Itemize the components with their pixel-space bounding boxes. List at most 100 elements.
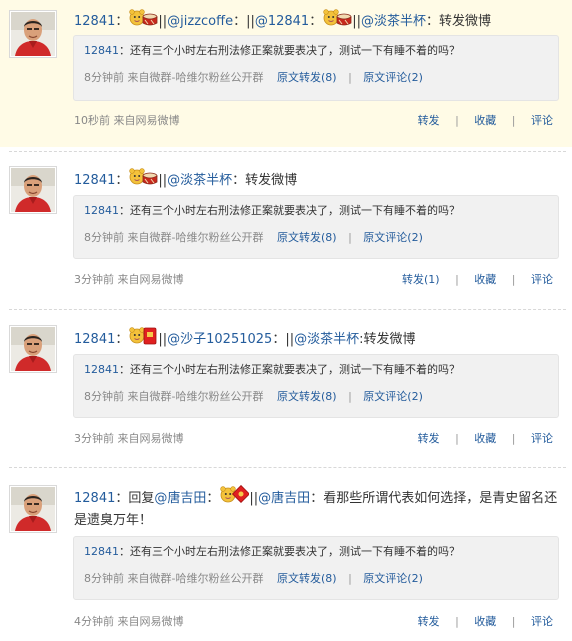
post-text-segment: ：转发微博: [426, 14, 492, 29]
avatar-image: [11, 487, 55, 531]
forward-button[interactable]: 转发(1): [402, 273, 440, 286]
original-forward-link[interactable]: 原文转发(8): [277, 71, 337, 84]
bear-drum-icon: [128, 9, 158, 29]
mention-link[interactable]: @沙子10251025: [167, 332, 272, 347]
divider-bar: |: [348, 390, 352, 403]
post-text-segment: ||: [249, 491, 259, 506]
original-comment-link[interactable]: 原文评论(2): [363, 71, 423, 84]
post-text-segment: ||: [158, 173, 168, 188]
post-divider: [9, 151, 566, 152]
comment-button[interactable]: 评论: [531, 432, 553, 445]
post-text-segment: ：: [115, 332, 129, 347]
forward-button[interactable]: 转发: [418, 615, 440, 628]
mention-link[interactable]: @唐吉田: [154, 491, 206, 506]
comment-button[interactable]: 评论: [531, 114, 553, 127]
post-text-segment: ：: [309, 14, 323, 29]
quoted-post: 12841：还有三个小时左右刑法修正案就要表决了，测试一下有睡不着的吗？ 8分钟…: [73, 536, 559, 600]
post-divider: [9, 467, 566, 468]
username-link[interactable]: 12841: [74, 173, 115, 188]
avatar-image: [11, 12, 55, 56]
favorite-button[interactable]: 收藏: [474, 114, 496, 127]
bear-red-packet-icon: [219, 485, 250, 506]
comment-button[interactable]: 评论: [531, 273, 553, 286]
post-time-source: 4分钟前 来自网易微博: [74, 615, 184, 628]
original-comment-link[interactable]: 原文评论(2): [363, 572, 423, 585]
post-divider: [9, 309, 566, 310]
post-text-segment: ||: [352, 14, 361, 29]
post-text: 12841：回复@唐吉田： ||@唐吉田：看那些所谓代表如何选择，是青史留名还是遗…: [74, 485, 562, 532]
feed-item: 12841： ||@jizzcoffe：||@12841： ||@淡茶半杯：转发微博…: [0, 0, 572, 147]
feed-item: 12841：回复@唐吉田： ||@唐吉田：看那些所谓代表如何选择，是青史留名还是遗…: [0, 473, 572, 641]
favorite-button[interactable]: 收藏: [474, 615, 496, 628]
post-time-source: 3分钟前 来自网易微博: [74, 432, 184, 445]
post-footer: 3分钟前 来自网易微博 转发(1) | 收藏 | 评论: [74, 273, 553, 286]
avatar-image: [11, 327, 55, 371]
divider-bar: |: [348, 231, 352, 244]
quote-time-source: 8分钟前 来自微群-哈维尔粉丝公开群: [84, 390, 264, 403]
bear-envelope-icon: [128, 327, 158, 347]
mention-link[interactable]: @淡茶半杯: [167, 173, 232, 188]
post-time-source: 10秒前 来自网易微博: [74, 114, 180, 127]
post-text-segment: ||: [158, 14, 168, 29]
post-time-source: 3分钟前 来自网易微博: [74, 273, 184, 286]
original-comment-link[interactable]: 原文评论(2): [363, 390, 423, 403]
post-text: 12841： ||@淡茶半杯：转发微博: [74, 167, 562, 192]
original-forward-link[interactable]: 原文转发(8): [277, 572, 337, 585]
avatar[interactable]: [9, 325, 57, 373]
avatar[interactable]: [9, 10, 57, 58]
feed-item: 12841： ||@淡茶半杯：转发微博 12841：还有三个小时左右刑法修正案就要…: [0, 156, 572, 302]
username-link[interactable]: 12841: [74, 332, 115, 347]
quote-time-source: 8分钟前 来自微群-哈维尔粉丝公开群: [84, 231, 264, 244]
comment-button[interactable]: 评论: [531, 615, 553, 628]
post-text-segment: ：回复: [115, 491, 155, 506]
post-text: 12841： ||@沙子10251025：||@淡茶半杯:转发微博: [74, 326, 562, 351]
mention-link[interactable]: @淡茶半杯: [294, 332, 359, 347]
avatar[interactable]: [9, 166, 57, 214]
quoted-post: 12841：还有三个小时左右刑法修正案就要表决了，测试一下有睡不着的吗？ 8分钟…: [73, 354, 559, 418]
quote-time-source: 8分钟前 来自微群-哈维尔粉丝公开群: [84, 572, 264, 585]
quoted-post: 12841：还有三个小时左右刑法修正案就要表决了，测试一下有睡不着的吗？ 8分钟…: [73, 195, 559, 259]
post-footer: 3分钟前 来自网易微博 转发 | 收藏 | 评论: [74, 432, 553, 445]
favorite-button[interactable]: 收藏: [474, 432, 496, 445]
post-text-segment: :转发微博: [359, 332, 416, 347]
avatar[interactable]: [9, 485, 57, 533]
mention-link[interactable]: @jizzcoffe: [167, 14, 233, 29]
divider-bar: |: [348, 572, 352, 585]
mention-link[interactable]: @唐吉田: [258, 491, 310, 506]
post-footer: 4分钟前 来自网易微博 转发 | 收藏 | 评论: [74, 615, 553, 628]
forward-button[interactable]: 转发: [418, 114, 440, 127]
quote-text: ：还有三个小时左右刑法修正案就要表决了，测试一下有睡不着的吗？: [119, 44, 460, 57]
post-text-segment: ：: [115, 14, 129, 29]
post-footer: 10秒前 来自网易微博 转发 | 收藏 | 评论: [74, 114, 553, 127]
original-comment-link[interactable]: 原文评论(2): [363, 231, 423, 244]
post-text-segment: ||: [158, 332, 168, 347]
original-forward-link[interactable]: 原文转发(8): [277, 231, 337, 244]
quote-username-link[interactable]: 12841: [84, 363, 119, 376]
quote-time-source: 8分钟前 来自微群-哈维尔粉丝公开群: [84, 71, 264, 84]
quote-text: ：还有三个小时左右刑法修正案就要表决了，测试一下有睡不着的吗？: [119, 545, 460, 558]
post-text-segment: ：: [206, 491, 220, 506]
divider-bar: |: [348, 71, 352, 84]
quote-username-link[interactable]: 12841: [84, 204, 119, 217]
post-text-segment: ：: [115, 173, 129, 188]
username-link[interactable]: 12841: [74, 491, 115, 506]
quote-text: ：还有三个小时左右刑法修正案就要表决了，测试一下有睡不着的吗？: [119, 204, 460, 217]
original-forward-link[interactable]: 原文转发(8): [277, 390, 337, 403]
quote-text: ：还有三个小时左右刑法修正案就要表决了，测试一下有睡不着的吗？: [119, 363, 460, 376]
quoted-post: 12841：还有三个小时左右刑法修正案就要表决了，测试一下有睡不着的吗？ 8分钟…: [73, 35, 559, 101]
bear-drum-icon: [322, 9, 352, 29]
username-link[interactable]: 12841: [74, 14, 115, 29]
bear-drum-icon: [128, 168, 158, 188]
mention-link[interactable]: @淡茶半杯: [361, 14, 426, 29]
forward-button[interactable]: 转发: [418, 432, 440, 445]
avatar-image: [11, 168, 55, 212]
quote-username-link[interactable]: 12841: [84, 545, 119, 558]
favorite-button[interactable]: 收藏: [474, 273, 496, 286]
post-text-segment: ：||: [272, 332, 295, 347]
post-text-segment: ：转发微博: [232, 173, 298, 188]
post-text: 12841： ||@jizzcoffe：||@12841： ||@淡茶半杯：转发微博: [74, 8, 562, 33]
quote-username-link[interactable]: 12841: [84, 44, 119, 57]
feed-item: 12841： ||@沙子10251025：||@淡茶半杯:转发微博 12841：还…: [0, 315, 572, 461]
mention-link[interactable]: @12841: [255, 14, 309, 29]
post-text-segment: ：||: [233, 14, 255, 29]
